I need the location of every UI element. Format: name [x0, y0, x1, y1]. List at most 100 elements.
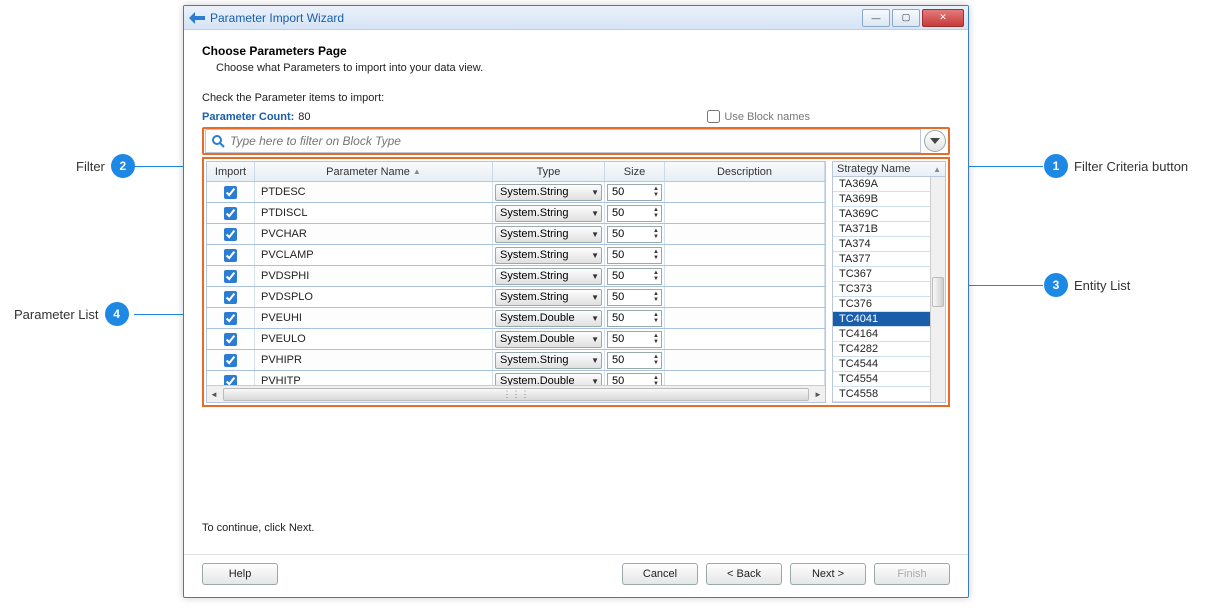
scroll-left-icon[interactable]: ◄	[207, 390, 221, 399]
col-pname-header[interactable]: Parameter Name▲	[255, 162, 493, 181]
list-item[interactable]: TC376	[833, 297, 930, 312]
type-combo[interactable]: System.Double▼	[495, 373, 602, 386]
type-combo[interactable]: System.String▼	[495, 226, 602, 243]
size-spinner[interactable]: 50▲▼	[607, 310, 662, 327]
list-item[interactable]: TA369C	[833, 207, 930, 222]
size-spinner[interactable]: 50▲▼	[607, 289, 662, 306]
list-item[interactable]: TA369A	[833, 177, 930, 192]
list-item[interactable]: TA377	[833, 252, 930, 267]
callout-badge: 3	[1044, 273, 1068, 297]
grip-icon: ⋮⋮⋮	[503, 389, 530, 400]
minimize-button[interactable]: —	[862, 9, 890, 27]
entity-content: TA369ATA369BTA369CTA371BTA374TA377TC367T…	[833, 177, 945, 402]
list-item[interactable]: TC4554	[833, 372, 930, 387]
import-checkbox[interactable]	[224, 333, 237, 346]
use-block-names-checkbox[interactable]	[707, 110, 720, 123]
spinner-arrows-icon[interactable]: ▲▼	[653, 186, 659, 198]
desc-cell	[665, 224, 825, 244]
import-checkbox[interactable]	[224, 249, 237, 262]
desc-cell	[665, 203, 825, 223]
size-spinner[interactable]: 50▲▼	[607, 226, 662, 243]
type-combo[interactable]: System.String▼	[495, 184, 602, 201]
type-combo[interactable]: System.String▼	[495, 352, 602, 369]
import-checkbox[interactable]	[224, 312, 237, 325]
size-spinner[interactable]: 50▲▼	[607, 247, 662, 264]
type-combo[interactable]: System.String▼	[495, 268, 602, 285]
page-title: Choose Parameters Page	[202, 44, 950, 58]
col-size-header[interactable]: Size	[605, 162, 665, 181]
size-spinner[interactable]: 50▲▼	[607, 331, 662, 348]
v-scrollbar[interactable]	[930, 177, 945, 402]
spinner-arrows-icon[interactable]: ▲▼	[653, 375, 659, 385]
list-item[interactable]: TC4558	[833, 387, 930, 402]
import-checkbox[interactable]	[224, 291, 237, 304]
parameter-table: Import Parameter Name▲ Type Size Descrip…	[206, 161, 826, 403]
type-combo[interactable]: System.String▼	[495, 247, 602, 264]
entity-header[interactable]: Strategy Name ▲	[833, 162, 945, 177]
type-combo[interactable]: System.String▼	[495, 205, 602, 222]
chevron-down-icon: ▼	[591, 314, 599, 323]
back-button[interactable]: < Back	[706, 563, 782, 585]
filter-input[interactable]	[230, 134, 916, 148]
type-combo[interactable]: System.Double▼	[495, 310, 602, 327]
back-arrow-icon[interactable]	[188, 10, 206, 26]
import-checkbox[interactable]	[224, 186, 237, 199]
list-item[interactable]: TC4544	[833, 357, 930, 372]
size-spinner[interactable]: 50▲▼	[607, 352, 662, 369]
callout-badge: 2	[111, 154, 135, 178]
scroll-thumb[interactable]	[932, 277, 944, 307]
list-item[interactable]: TC373	[833, 282, 930, 297]
list-item[interactable]: TA371B	[833, 222, 930, 237]
size-spinner[interactable]: 50▲▼	[607, 373, 662, 386]
spinner-arrows-icon[interactable]: ▲▼	[653, 354, 659, 366]
callout-filter: Filter 2	[76, 154, 135, 178]
scroll-thumb[interactable]: ⋮⋮⋮	[223, 388, 809, 401]
chevron-down-icon: ▼	[591, 293, 599, 302]
import-checkbox[interactable]	[224, 228, 237, 241]
main-area: Import Parameter Name▲ Type Size Descrip…	[202, 157, 950, 407]
size-spinner[interactable]: 50▲▼	[607, 268, 662, 285]
spinner-arrows-icon[interactable]: ▲▼	[653, 270, 659, 282]
col-import-header[interactable]: Import	[207, 162, 255, 181]
close-button[interactable]: ✕	[922, 9, 964, 27]
list-item[interactable]: TA374	[833, 237, 930, 252]
list-item[interactable]: TC367	[833, 267, 930, 282]
maximize-button[interactable]: ▢	[892, 9, 920, 27]
size-spinner[interactable]: 50▲▼	[607, 205, 662, 222]
callout-label: Filter Criteria button	[1074, 159, 1188, 174]
spinner-arrows-icon[interactable]: ▲▼	[653, 312, 659, 324]
finish-button[interactable]: Finish	[874, 563, 950, 585]
param-name-cell: PVCLAMP	[255, 245, 493, 265]
help-button[interactable]: Help	[202, 563, 278, 585]
type-combo[interactable]: System.String▼	[495, 289, 602, 306]
type-combo[interactable]: System.Double▼	[495, 331, 602, 348]
list-item[interactable]: TA369B	[833, 192, 930, 207]
next-button[interactable]: Next >	[790, 563, 866, 585]
size-spinner[interactable]: 50▲▼	[607, 184, 662, 201]
list-item[interactable]: TC4164	[833, 327, 930, 342]
spinner-arrows-icon[interactable]: ▲▼	[653, 333, 659, 345]
spinner-arrows-icon[interactable]: ▲▼	[653, 207, 659, 219]
use-block-names[interactable]: Use Block names	[707, 110, 810, 123]
param-name-cell: PVEULO	[255, 329, 493, 349]
spinner-arrows-icon[interactable]: ▲▼	[653, 228, 659, 240]
import-checkbox[interactable]	[224, 270, 237, 283]
chevron-down-icon	[930, 138, 940, 144]
scroll-right-icon[interactable]: ►	[811, 390, 825, 399]
import-checkbox[interactable]	[224, 207, 237, 220]
col-desc-header[interactable]: Description	[665, 162, 825, 181]
filter-criteria-button[interactable]	[924, 130, 946, 152]
spinner-arrows-icon[interactable]: ▲▼	[653, 249, 659, 261]
import-checkbox[interactable]	[224, 375, 237, 386]
cancel-button[interactable]: Cancel	[622, 563, 698, 585]
chevron-down-icon: ▼	[591, 188, 599, 197]
chevron-down-icon: ▼	[591, 251, 599, 260]
import-checkbox[interactable]	[224, 354, 237, 367]
list-item[interactable]: TC4282	[833, 342, 930, 357]
chevron-down-icon: ▼	[591, 209, 599, 218]
list-item[interactable]: TC4041	[833, 312, 930, 327]
h-scrollbar[interactable]: ◄ ⋮⋮⋮ ►	[207, 385, 825, 402]
col-type-header[interactable]: Type	[493, 162, 605, 181]
window-title: Parameter Import Wizard	[210, 11, 862, 25]
spinner-arrows-icon[interactable]: ▲▼	[653, 291, 659, 303]
